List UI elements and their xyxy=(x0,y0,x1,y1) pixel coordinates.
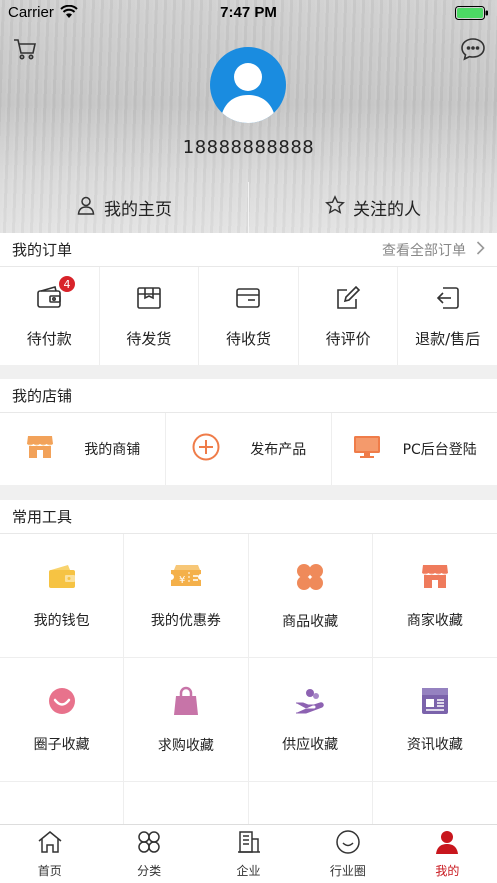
phone-number: 18888888888 xyxy=(182,137,315,158)
my-home-button[interactable]: 我的主页 xyxy=(0,182,248,233)
smile-icon xyxy=(47,686,77,720)
home-icon xyxy=(37,829,63,858)
wallet-icon xyxy=(46,562,78,596)
edit-icon xyxy=(334,284,362,316)
order-pending-receipt[interactable]: 待收货 xyxy=(199,267,299,365)
tool-product-favorites[interactable]: 商品收藏 xyxy=(248,534,373,658)
battery-icon xyxy=(455,6,489,20)
order-label: 待收货 xyxy=(225,329,271,348)
tool-circle-favorites[interactable]: 圈子收藏 xyxy=(0,658,125,782)
status-time: 7:47 PM xyxy=(220,4,277,21)
tool-label: 商品收藏 xyxy=(282,613,339,630)
tools-header: 常用工具 xyxy=(0,500,497,534)
tool-partial[interactable] xyxy=(124,782,249,830)
tab-home[interactable]: 首页 xyxy=(0,825,99,883)
cart-icon[interactable] xyxy=(12,36,38,62)
tool-label: 求购收藏 xyxy=(157,737,214,754)
store-icon xyxy=(25,433,55,465)
order-label: 待评价 xyxy=(325,329,371,348)
shop-label: 我的商铺 xyxy=(84,442,141,458)
tab-label: 企业 xyxy=(236,864,261,878)
my-store-button[interactable]: 我的商铺 xyxy=(0,413,166,485)
tab-label: 分类 xyxy=(137,864,162,878)
news-icon xyxy=(420,686,450,720)
tab-enterprise[interactable]: 企业 xyxy=(199,825,298,883)
tab-label: 我的 xyxy=(435,864,460,878)
chevron-right-icon xyxy=(476,240,485,259)
my-home-label: 我的主页 xyxy=(104,200,172,220)
tool-supply-favorites[interactable]: 供应收藏 xyxy=(248,658,373,782)
shop-label: 发布产品 xyxy=(250,442,307,458)
tool-label: 圈子收藏 xyxy=(33,736,90,753)
shop-row: 我的商铺 发布产品 PC后台登陆 xyxy=(0,413,497,485)
bag-icon xyxy=(171,685,201,721)
box-receive-icon xyxy=(234,284,262,316)
tab-mine[interactable]: 我的 xyxy=(398,825,497,883)
tool-my-wallet[interactable]: 我的钱包 xyxy=(0,534,125,658)
tool-label: 资讯收藏 xyxy=(406,736,463,753)
order-refund[interactable]: 退款/售后 xyxy=(398,267,497,365)
tools-section: 常用工具 我的钱包 ¥ 我的优惠券 商品收藏 商家收藏 圈子收藏 求购收藏 供应… xyxy=(0,500,497,830)
hand-icon xyxy=(294,686,326,720)
tool-partial[interactable] xyxy=(373,782,497,830)
tool-label: 商家收藏 xyxy=(406,612,463,629)
return-icon xyxy=(434,284,462,316)
order-label: 退款/售后 xyxy=(415,329,481,348)
view-all-label: 查看全部订单 xyxy=(382,242,466,259)
tab-industry-circle[interactable]: 行业圈 xyxy=(298,825,397,883)
tab-label: 首页 xyxy=(37,864,62,878)
shop-title: 我的店铺 xyxy=(12,387,73,405)
orders-title: 我的订单 xyxy=(12,241,73,259)
tools-title: 常用工具 xyxy=(12,508,73,526)
circle-icon xyxy=(335,829,361,858)
order-pending-review[interactable]: 待评价 xyxy=(299,267,399,365)
order-label: 待付款 xyxy=(26,329,72,348)
shop-header: 我的店铺 xyxy=(0,379,497,413)
coupon-icon: ¥ xyxy=(169,562,203,596)
shop-label: PC后台登陆 xyxy=(402,442,477,458)
tool-merchant-favorites[interactable]: 商家收藏 xyxy=(372,534,497,658)
package-icon xyxy=(135,284,163,316)
svg-text:¥: ¥ xyxy=(179,575,185,586)
order-pending-shipment[interactable]: 待发货 xyxy=(100,267,200,365)
tool-label: 我的钱包 xyxy=(33,612,90,629)
order-label: 待发货 xyxy=(126,329,172,348)
status-bar: Carrier 7:47 PM xyxy=(0,0,497,26)
plus-circle-icon xyxy=(191,432,221,466)
store-icon xyxy=(420,562,450,596)
tab-bar: 首页 分类 企业 行业圈 我的 xyxy=(0,824,497,883)
pc-login-button[interactable]: PC后台登陆 xyxy=(332,413,497,485)
order-pending-payment[interactable]: 4 待付款 xyxy=(0,267,100,365)
avatar[interactable] xyxy=(210,47,286,123)
tool-partial[interactable] xyxy=(249,782,373,830)
tool-purchase-favorites[interactable]: 求购收藏 xyxy=(124,658,249,782)
clover-icon xyxy=(294,561,326,597)
category-icon xyxy=(136,829,162,858)
star-icon xyxy=(325,195,345,220)
tab-category[interactable]: 分类 xyxy=(99,825,198,883)
monitor-icon xyxy=(352,433,382,465)
user-outline-icon xyxy=(76,195,96,220)
tool-label: 我的优惠券 xyxy=(150,612,221,629)
message-icon[interactable] xyxy=(460,36,486,62)
building-icon xyxy=(236,829,262,858)
shop-section: 我的店铺 我的商铺 发布产品 PC后台登陆 xyxy=(0,379,497,485)
view-all-orders-link[interactable]: 查看全部订单 xyxy=(382,240,485,260)
profile-actions: 我的主页 关注的人 xyxy=(0,182,497,233)
user-icon xyxy=(434,829,460,858)
tool-label: 供应收藏 xyxy=(282,736,339,753)
publish-product-button[interactable]: 发布产品 xyxy=(166,413,332,485)
following-label: 关注的人 xyxy=(353,200,421,220)
orders-header[interactable]: 我的订单 查看全部订单 xyxy=(0,233,497,267)
tab-label: 行业圈 xyxy=(329,864,366,878)
tool-news-favorites[interactable]: 资讯收藏 xyxy=(372,658,497,782)
order-status-row: 4 待付款 待发货 待收货 待评价 退款/售后 xyxy=(0,267,497,365)
tool-my-coupons[interactable]: ¥ 我的优惠券 xyxy=(124,534,249,658)
following-button[interactable]: 关注的人 xyxy=(249,182,497,233)
orders-section: 我的订单 查看全部订单 4 待付款 待发货 待收货 待评价 退款/售后 xyxy=(0,233,497,365)
profile-header: Carrier 7:47 PM 18888888888 我的主页 关注的人 xyxy=(0,0,497,233)
tools-grid: 我的钱包 ¥ 我的优惠券 商品收藏 商家收藏 圈子收藏 求购收藏 供应收藏 资讯… xyxy=(0,534,497,830)
order-badge: 4 xyxy=(58,275,76,293)
tool-partial[interactable] xyxy=(0,782,125,830)
